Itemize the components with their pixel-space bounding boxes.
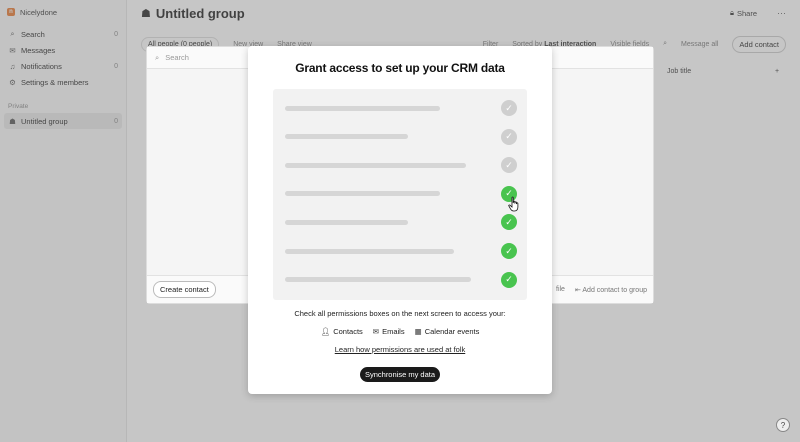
permission-label: Emails — [382, 327, 405, 336]
permissions-list: 👤︎ Contacts ✉ Emails ▦ Calendar events — [248, 327, 552, 336]
add-contact-to-group-button[interactable]: ⇤ Add contact to group — [575, 286, 647, 294]
checked-icon: ✓ — [501, 214, 517, 231]
placeholder-bar — [285, 134, 408, 140]
permission-row: ✓ — [285, 185, 517, 202]
permission-row: ✓ — [285, 128, 517, 145]
permission-row: ✓ — [285, 271, 517, 288]
permission-emails: ✉ Emails — [373, 327, 405, 336]
permission-label: Contacts — [333, 327, 363, 336]
permission-row: ✓ — [285, 243, 517, 259]
permissions-illustration: ✓ ✓ ✓ ✓ ✓ ✓ ✓ — [273, 89, 527, 300]
permission-row: ✓ — [285, 214, 517, 231]
placeholder-bar — [285, 277, 471, 283]
unchecked-icon: ✓ — [501, 128, 517, 145]
mail-icon: ✉ — [372, 327, 380, 336]
learn-permissions-link[interactable]: Learn how permissions are used at folk — [248, 345, 552, 354]
permission-contacts: 👤︎ Contacts — [321, 327, 363, 336]
help-icon[interactable]: ? — [776, 418, 790, 432]
placeholder-bar — [285, 105, 440, 111]
search-input[interactable]: Search — [165, 53, 189, 62]
synchronise-button[interactable]: Synchronise my data — [360, 367, 440, 382]
checked-icon: ✓ — [501, 271, 517, 288]
modal-hint: Check all permissions boxes on the next … — [294, 309, 506, 318]
permission-row: ✓ — [285, 100, 517, 116]
file-link[interactable]: file — [556, 286, 565, 294]
placeholder-bar — [285, 219, 408, 225]
unchecked-icon: ✓ — [501, 100, 517, 116]
add-to-group-label: Add contact to group — [582, 286, 647, 294]
unchecked-icon: ✓ — [501, 157, 517, 174]
checked-icon: ✓ — [501, 243, 517, 259]
permission-calendar: ▦ Calendar events — [415, 327, 480, 336]
calendar-icon: ▦ — [414, 327, 422, 336]
permission-row: ✓ — [285, 157, 517, 174]
placeholder-bar — [285, 248, 454, 254]
modal-title: Grant access to set up your CRM data — [295, 61, 505, 75]
grant-access-modal: Grant access to set up your CRM data ✓ ✓ ✓… — [248, 46, 552, 394]
person-icon: 👤︎ — [320, 327, 331, 336]
create-contact-button[interactable]: Create contact — [153, 281, 216, 298]
hand-cursor-icon — [508, 196, 519, 212]
placeholder-bar — [285, 162, 466, 168]
search-icon: ⌕ — [155, 52, 160, 62]
placeholder-bar — [285, 191, 440, 197]
permission-label: Calendar events — [424, 327, 480, 336]
